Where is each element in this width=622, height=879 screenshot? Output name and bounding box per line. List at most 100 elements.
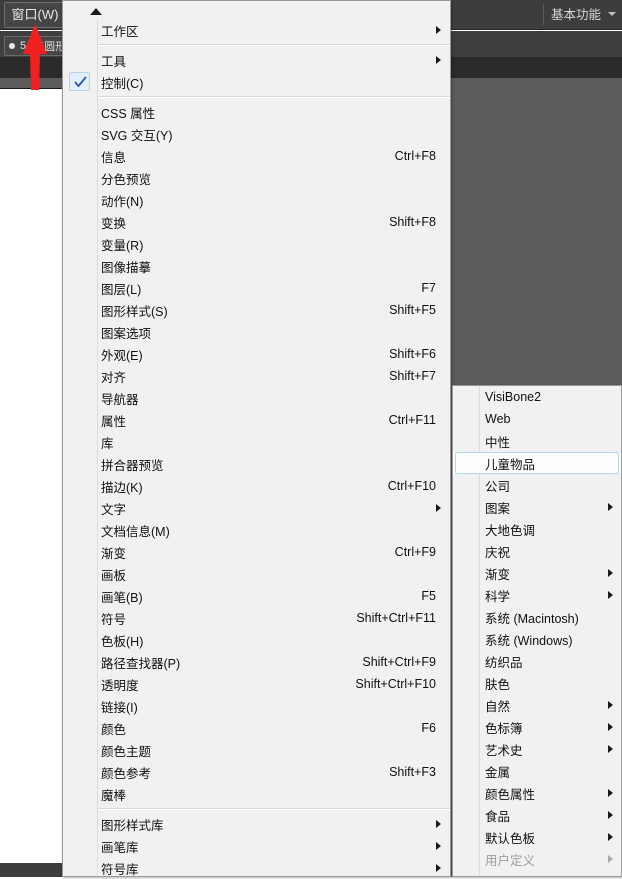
menu-item[interactable]: 变换 Shift+F8 (63, 211, 450, 233)
menu-item-label: 用户定义 (485, 853, 536, 868)
menu-item[interactable]: 路径查找器(P) Shift+Ctrl+F9 (63, 651, 450, 673)
menu-item[interactable]: 图层(L) F7 (63, 277, 450, 299)
menu-item[interactable]: 金属 (453, 760, 621, 782)
menu-item-label: 库 (101, 436, 114, 451)
menu-item[interactable]: 系统 (Windows) (453, 628, 621, 650)
menu-item[interactable]: 拼合器预览 (63, 453, 450, 475)
menu-item-label: 工作区 (101, 24, 139, 39)
menu-scroll-up-button[interactable] (63, 1, 450, 19)
menu-item[interactable]: 链接(I) (63, 695, 450, 717)
menu-item[interactable]: 颜色 F6 (63, 717, 450, 739)
menu-item[interactable]: 控制(C) (63, 71, 450, 93)
menu-item[interactable]: 外观(E) Shift+F6 (63, 343, 450, 365)
menu-item[interactable]: 动作(N) (63, 189, 450, 211)
chevron-down-icon (608, 11, 616, 16)
submenu-arrow-icon (436, 842, 441, 850)
menu-item-label: 拼合器预览 (101, 458, 164, 473)
menu-item[interactable]: 艺术史 (453, 738, 621, 760)
menu-item[interactable]: VisiBone2 (453, 386, 621, 408)
menu-item-label: 食品 (485, 809, 511, 824)
menu-item[interactable]: 色板(H) (63, 629, 450, 651)
menu-item[interactable]: 公司 (453, 474, 621, 496)
menu-item-shortcut: Shift+F8 (389, 215, 436, 229)
submenu-arrow-icon (436, 504, 441, 512)
menu-item-label: 画笔库 (101, 840, 139, 855)
menu-item[interactable]: 透明度 Shift+Ctrl+F10 (63, 673, 450, 695)
swatch-libraries-submenu[interactable]: VisiBone2 Web 中性 儿童物品公司图案大地色调庆祝渐变科学系统 (Maci… (452, 385, 622, 877)
menu-item[interactable]: 工作区 (63, 19, 450, 41)
menu-item[interactable]: 信息 Ctrl+F8 (63, 145, 450, 167)
menu-item[interactable]: 肤色 (453, 672, 621, 694)
menu-item-shortcut: Ctrl+F11 (388, 413, 436, 427)
menu-item[interactable]: 纺织品 (453, 650, 621, 672)
menu-item[interactable]: 描边(K) Ctrl+F10 (63, 475, 450, 497)
menu-item[interactable]: 系统 (Macintosh) (453, 606, 621, 628)
menu-item-label: 色板(H) (101, 634, 144, 649)
toolbar-divider (543, 4, 544, 25)
menu-item[interactable]: 自然 (453, 694, 621, 716)
submenu-arrow-icon (608, 701, 613, 709)
submenu-arrow-icon (608, 723, 613, 731)
menu-item[interactable]: 文档信息(M) (63, 519, 450, 541)
menu-item[interactable]: 图案 (453, 496, 621, 518)
menu-item[interactable]: 默认色板 (453, 826, 621, 848)
menu-item[interactable]: CSS 属性 (63, 101, 450, 123)
menu-item[interactable]: 文字 (63, 497, 450, 519)
menu-item-label: SVG 交互(Y) (101, 128, 173, 143)
menu-item[interactable]: 库 (63, 431, 450, 453)
menu-item[interactable]: 魔棒 (63, 783, 450, 805)
menu-item[interactable]: 中性 (453, 430, 621, 452)
menu-item[interactable]: 颜色参考 Shift+F3 (63, 761, 450, 783)
menu-item[interactable]: 画板 (63, 563, 450, 585)
menu-item-label: 公司 (485, 479, 511, 494)
menu-item[interactable]: 科学 (453, 584, 621, 606)
menu-item[interactable]: 图形样式库 (63, 813, 450, 835)
swatch-menu-items: VisiBone2 Web 中性 儿童物品公司图案大地色调庆祝渐变科学系统 (Maci… (453, 386, 621, 870)
menu-item-label: VisiBone2 (485, 390, 542, 404)
menu-item-label: 画笔(B) (101, 590, 143, 605)
menu-item[interactable]: 图案选项 (63, 321, 450, 343)
menu-item[interactable]: 食品 (453, 804, 621, 826)
menu-item[interactable]: 图像描摹 (63, 255, 450, 277)
workspace-switcher-label: 基本功能 (550, 8, 601, 22)
menu-item-label: 色标簿 (485, 721, 523, 736)
menu-item[interactable]: 庆祝 (453, 540, 621, 562)
window-menu-dropdown[interactable]: 工作区工具 控制(C) CSS 属性 SVG 交互(Y) 信息 Ctrl+F8 分色预览 动作… (62, 0, 451, 877)
menu-item[interactable]: SVG 交互(Y) (63, 123, 450, 145)
menu-item[interactable]: 分色预览 (63, 167, 450, 189)
menu-item-label: 系统 (Macintosh) (485, 611, 579, 626)
menu-item[interactable]: 儿童物品 (453, 452, 621, 474)
menu-item-label: 图像描摹 (101, 260, 152, 275)
menu-item-label: 图案 (485, 501, 511, 516)
menu-item-label: 颜色属性 (485, 787, 536, 802)
menu-item[interactable]: 渐变 (453, 562, 621, 584)
menu-separator (98, 96, 450, 98)
menu-item[interactable]: 渐变 Ctrl+F9 (63, 541, 450, 563)
menu-item[interactable]: 画笔库 (63, 835, 450, 857)
menu-item[interactable]: 颜色主题 (63, 739, 450, 761)
menu-item-shortcut: F7 (421, 281, 436, 295)
brush-dot-icon (9, 43, 15, 49)
menu-item[interactable]: 图形样式(S) Shift+F5 (63, 299, 450, 321)
menu-item-label: 艺术史 (485, 743, 523, 758)
menu-item[interactable]: 画笔(B) F5 (63, 585, 450, 607)
menu-item[interactable]: Web (453, 408, 621, 430)
menu-item[interactable]: 工具 (63, 49, 450, 71)
menu-item[interactable]: 导航器 (63, 387, 450, 409)
menu-item-label: 文字 (101, 502, 127, 517)
menu-item-label: 透明度 (101, 678, 139, 693)
menu-item-shortcut: Shift+Ctrl+F10 (355, 677, 436, 691)
menu-item-label: 科学 (485, 589, 511, 604)
menu-item-label: 颜色主题 (101, 744, 152, 759)
menu-item[interactable]: 颜色属性 (453, 782, 621, 804)
menu-item-label: 庆祝 (485, 545, 511, 560)
menu-item[interactable]: 对齐 Shift+F7 (63, 365, 450, 387)
menu-item[interactable]: 符号 Shift+Ctrl+F11 (63, 607, 450, 629)
menu-item[interactable]: 属性 Ctrl+F11 (63, 409, 450, 431)
menu-item[interactable]: 色标簿 (453, 716, 621, 738)
workspace-switcher[interactable]: 基本功能 (551, 4, 616, 23)
menu-item[interactable]: 大地色调 (453, 518, 621, 540)
menu-item[interactable]: 符号库 (63, 857, 450, 879)
menu-item[interactable]: 变量(R) (63, 233, 450, 255)
arrow-up-icon (23, 24, 47, 90)
